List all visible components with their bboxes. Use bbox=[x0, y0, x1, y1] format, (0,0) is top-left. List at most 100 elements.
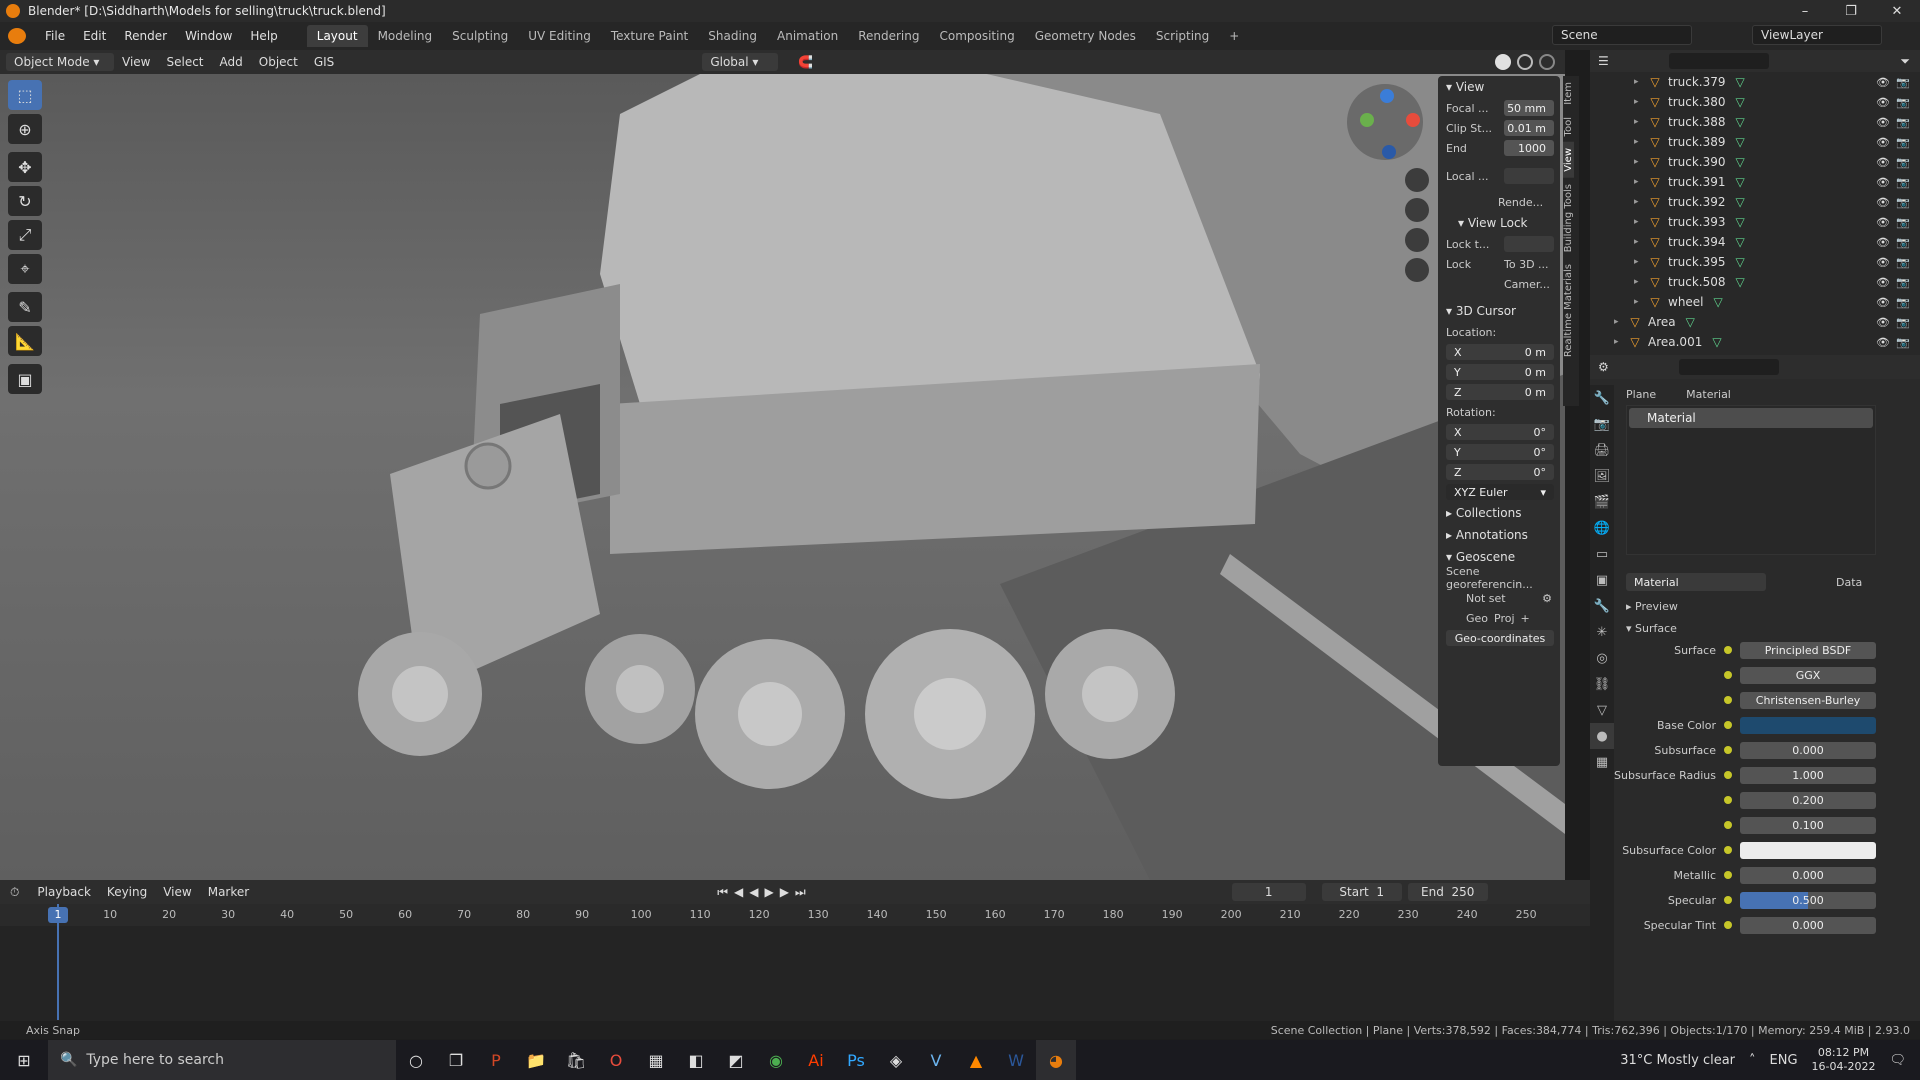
frame-ruler[interactable]: 1102030405060708090100110120130140150160… bbox=[0, 904, 1590, 926]
base-color-swatch[interactable] bbox=[1740, 716, 1876, 734]
expand-icon[interactable]: ▸ bbox=[1634, 177, 1648, 187]
tab-layout[interactable]: Layout bbox=[306, 25, 368, 47]
outliner-row[interactable]: ▸ ▽ truck.390 ▽ 👁 📷 bbox=[1590, 152, 1920, 172]
particles-tab-icon[interactable]: ✳ bbox=[1590, 619, 1614, 645]
taskbar-search[interactable]: 🔍 Type here to search bbox=[48, 1040, 396, 1080]
snap-icon[interactable]: 🧲 bbox=[798, 55, 813, 69]
outliner-row[interactable]: ▸ ▽ Area.001 ▽ 👁 📷 bbox=[1590, 332, 1920, 352]
property-value[interactable]: 0.200 bbox=[1740, 791, 1876, 809]
3d-viewport[interactable] bbox=[0, 74, 1565, 880]
outliner-row[interactable]: ▸ ▽ truck.392 ▽ 👁 📷 bbox=[1590, 192, 1920, 212]
cursor-loc-x[interactable]: X0 m bbox=[1446, 344, 1554, 360]
tab-uv-editing[interactable]: UV Editing bbox=[518, 25, 601, 47]
visibility-eye-icon[interactable]: 👁 bbox=[1876, 216, 1890, 229]
visibility-eye-icon[interactable]: 👁 bbox=[1876, 256, 1890, 269]
preview-section[interactable]: ▸ Preview bbox=[1614, 595, 1920, 617]
outliner-row[interactable]: ▸ ▽ truck.394 ▽ 👁 📷 bbox=[1590, 232, 1920, 252]
cursor-loc-z[interactable]: Z0 m bbox=[1446, 384, 1554, 400]
tab-animation[interactable]: Animation bbox=[767, 25, 848, 47]
tab-modeling[interactable]: Modeling bbox=[368, 25, 443, 47]
expand-icon[interactable]: ▸ bbox=[1634, 117, 1648, 127]
tab-item[interactable]: Item bbox=[1563, 76, 1574, 111]
material-name-field[interactable]: Material bbox=[1626, 573, 1766, 591]
chrome-icon[interactable]: ◉ bbox=[756, 1040, 796, 1080]
property-value[interactable]: 0.100 bbox=[1740, 816, 1876, 834]
app4-icon[interactable]: ◈ bbox=[876, 1040, 916, 1080]
subsurface-color-swatch[interactable] bbox=[1740, 841, 1876, 859]
solid-shading-icon[interactable] bbox=[1495, 54, 1511, 70]
cortana-icon[interactable]: ○ bbox=[396, 1040, 436, 1080]
tab-shading[interactable]: Shading bbox=[698, 25, 767, 47]
add-workspace-button[interactable]: + bbox=[1219, 25, 1249, 47]
current-frame-field[interactable]: 1 bbox=[1231, 883, 1306, 901]
3d-cursor-header[interactable]: ▾ 3D Cursor bbox=[1438, 300, 1560, 322]
render-camera-icon[interactable]: 📷 bbox=[1896, 316, 1910, 329]
filter-icon[interactable]: ⏷ bbox=[1900, 54, 1910, 69]
tab-geometry-nodes[interactable]: Geometry Nodes bbox=[1025, 25, 1146, 47]
visibility-eye-icon[interactable]: 👁 bbox=[1876, 116, 1890, 129]
expand-icon[interactable]: ▸ bbox=[1634, 197, 1648, 207]
property-value[interactable]: 0.000 bbox=[1740, 916, 1876, 934]
tab-realtime-materials[interactable]: Realtime Materials bbox=[1563, 258, 1574, 363]
office-icon[interactable]: O bbox=[596, 1040, 636, 1080]
blender-taskbar-icon[interactable]: ◕ bbox=[1036, 1040, 1076, 1080]
render-camera-icon[interactable]: 📷 bbox=[1896, 336, 1910, 349]
outliner-row[interactable]: ▸ ▽ truck.388 ▽ 👁 📷 bbox=[1590, 112, 1920, 132]
viewport-menu-object[interactable]: Object bbox=[251, 55, 306, 69]
gear-icon[interactable]: ⚙ bbox=[1542, 592, 1552, 605]
rotate-icon[interactable]: ↻ bbox=[8, 186, 42, 216]
material-link-dropdown[interactable]: Data bbox=[1836, 576, 1862, 589]
local-camera-field[interactable] bbox=[1504, 168, 1554, 184]
visibility-eye-icon[interactable]: 👁 bbox=[1876, 236, 1890, 249]
tab-rendering[interactable]: Rendering bbox=[848, 25, 929, 47]
tab-compositing[interactable]: Compositing bbox=[929, 25, 1024, 47]
material-slot[interactable]: Material bbox=[1629, 408, 1873, 428]
timeline-keying[interactable]: Keying bbox=[99, 885, 155, 899]
outliner-row[interactable]: ▸ ▽ truck.391 ▽ 👁 📷 bbox=[1590, 172, 1920, 192]
render-camera-icon[interactable]: 📷 bbox=[1896, 136, 1910, 149]
language-indicator[interactable]: ENG bbox=[1770, 1053, 1798, 1068]
cursor-loc-y[interactable]: Y0 m bbox=[1446, 364, 1554, 380]
render-camera-icon[interactable]: 📷 bbox=[1896, 256, 1910, 269]
properties-type-icon[interactable]: ⚙ bbox=[1598, 360, 1609, 374]
visibility-eye-icon[interactable]: 👁 bbox=[1876, 76, 1890, 89]
property-value[interactable]: 0.000 bbox=[1740, 866, 1876, 884]
property-value[interactable]: Principled BSDF bbox=[1740, 641, 1876, 659]
render-camera-icon[interactable]: 📷 bbox=[1896, 196, 1910, 209]
word-icon[interactable]: W bbox=[996, 1040, 1036, 1080]
scale-icon[interactable]: ⤢ bbox=[8, 220, 42, 250]
expand-icon[interactable]: ▸ bbox=[1634, 297, 1648, 307]
move-icon[interactable]: ✥ bbox=[8, 152, 42, 182]
notifications-icon[interactable]: 🗨 bbox=[1889, 1053, 1906, 1068]
modifier-tab-icon[interactable]: 🔧 bbox=[1590, 593, 1614, 619]
material-shading-icon[interactable] bbox=[1517, 54, 1533, 70]
rendered-shading-icon[interactable] bbox=[1539, 54, 1555, 70]
transform-icon[interactable]: ⌖ bbox=[8, 254, 42, 284]
view-layer-tab-icon[interactable]: 🖼 bbox=[1590, 463, 1614, 489]
powerpoint-icon[interactable]: P bbox=[476, 1040, 516, 1080]
app2-icon[interactable]: ◧ bbox=[676, 1040, 716, 1080]
visibility-eye-icon[interactable]: 👁 bbox=[1876, 196, 1890, 209]
menu-render[interactable]: Render bbox=[115, 29, 176, 43]
tab-tool[interactable]: Tool bbox=[1563, 111, 1574, 142]
outliner-row[interactable]: ▸ ▽ truck.380 ▽ 👁 📷 bbox=[1590, 92, 1920, 112]
outliner-search-input[interactable] bbox=[1668, 53, 1769, 69]
timeline-playback[interactable]: Playback bbox=[29, 885, 99, 899]
viewport-menu-view[interactable]: View bbox=[114, 55, 158, 69]
render-camera-icon[interactable]: 📷 bbox=[1896, 176, 1910, 189]
add-cube-icon[interactable]: ▣ bbox=[8, 364, 42, 394]
minimize-button[interactable]: – bbox=[1782, 0, 1828, 22]
viewport-menu-add[interactable]: Add bbox=[212, 55, 251, 69]
scene-selector[interactable]: Scene bbox=[1552, 25, 1692, 45]
menu-file[interactable]: File bbox=[36, 29, 74, 43]
cursor-rot-y[interactable]: Y 0° bbox=[1446, 444, 1554, 460]
property-value[interactable]: 1.000 bbox=[1740, 766, 1876, 784]
visibility-eye-icon[interactable]: 👁 bbox=[1876, 276, 1890, 289]
expand-icon[interactable]: ▸ bbox=[1614, 337, 1628, 347]
expand-icon[interactable]: ▸ bbox=[1634, 137, 1648, 147]
view-panel-header[interactable]: ▾ View bbox=[1438, 76, 1560, 98]
expand-icon[interactable]: ▸ bbox=[1614, 317, 1628, 327]
annotate-icon[interactable]: ✎ bbox=[8, 292, 42, 322]
mode-dropdown[interactable]: Object Mode ▾ bbox=[6, 53, 114, 71]
data-tab-icon[interactable]: ▽ bbox=[1590, 697, 1614, 723]
